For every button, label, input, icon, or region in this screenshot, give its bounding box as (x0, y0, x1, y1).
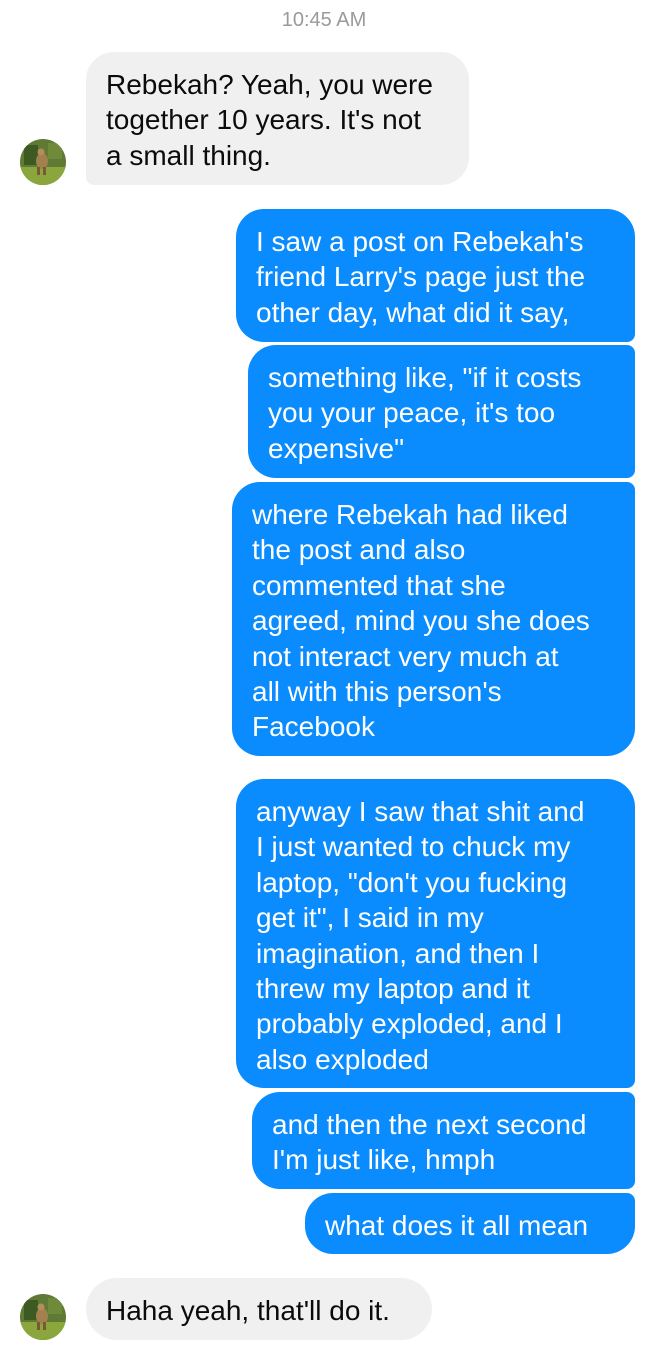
message-text-line: and then the next second (272, 1109, 587, 1140)
message-text-line: also exploded (256, 1043, 429, 1075)
message-bubble-outgoing[interactable]: I saw a post on Rebekah's friend Larry's… (236, 209, 635, 342)
avatar-photo-icon (20, 139, 66, 185)
avatar[interactable] (20, 139, 66, 185)
message-text-line: agreed, mind you she does (252, 605, 590, 637)
message-text-line: together 10 years. It's not (106, 104, 422, 136)
message-text-line: threw my laptop and it (256, 973, 530, 1005)
avatar-photo-icon (20, 1294, 66, 1340)
message-text-line: friend Larry's page just the (256, 261, 586, 293)
message-text-line: the post and also (252, 534, 466, 566)
message-bubble-outgoing[interactable]: where Rebekah had liked the post and als… (232, 482, 635, 756)
message-text-line: Facebook (252, 711, 375, 743)
message-text-line: commented that she (252, 569, 506, 601)
message-text-line: where Rebekah had liked (252, 499, 568, 530)
message-text-line: other day, what did it say, (256, 296, 570, 328)
message-bubble-incoming[interactable]: Rebekah? Yeah, you were together 10 year… (86, 52, 469, 185)
message-text-line: you your peace, it's too (268, 397, 556, 429)
chat-timestamp: 10:45 AM (281, 9, 367, 31)
message-text-line: what does it all mean (325, 1210, 589, 1241)
message-text-line: all with this person's (252, 676, 502, 708)
message-text-line: I'm just like, hmph (272, 1144, 496, 1176)
message-text-line: imagination, and then I (256, 937, 540, 969)
avatar[interactable] (20, 1294, 66, 1340)
message-text-line: not interact very much at (252, 640, 559, 672)
message-text-line: expensive" (268, 432, 405, 464)
message-text-line: something like, "if it costs (268, 362, 582, 393)
message-text-line: laptop, "don't you fucking (256, 866, 568, 898)
message-text-line: Rebekah? Yeah, you were (106, 69, 433, 100)
message-text-line: I just wanted to chuck my (256, 831, 571, 863)
message-bubble-outgoing[interactable]: and then the next second I'm just like, … (252, 1092, 635, 1189)
message-bubble-outgoing[interactable]: anyway I saw that shit and I just wanted… (236, 779, 635, 1088)
message-text-line: probably exploded, and I (256, 1008, 563, 1040)
message-text-line: get it", I said in my (256, 902, 484, 934)
message-text-line: anyway I saw that shit and (256, 796, 585, 827)
message-text-line: a small thing. (106, 139, 271, 171)
message-text-line: Haha yeah, that'll do it. (106, 1295, 390, 1326)
message-bubble-outgoing[interactable]: what does it all mean (305, 1193, 635, 1254)
message-bubble-outgoing[interactable]: something like, "if it costs you your pe… (248, 345, 635, 478)
message-bubble-incoming[interactable]: Haha yeah, that'll do it. (86, 1278, 432, 1340)
message-text-line: I saw a post on Rebekah's (256, 226, 584, 257)
